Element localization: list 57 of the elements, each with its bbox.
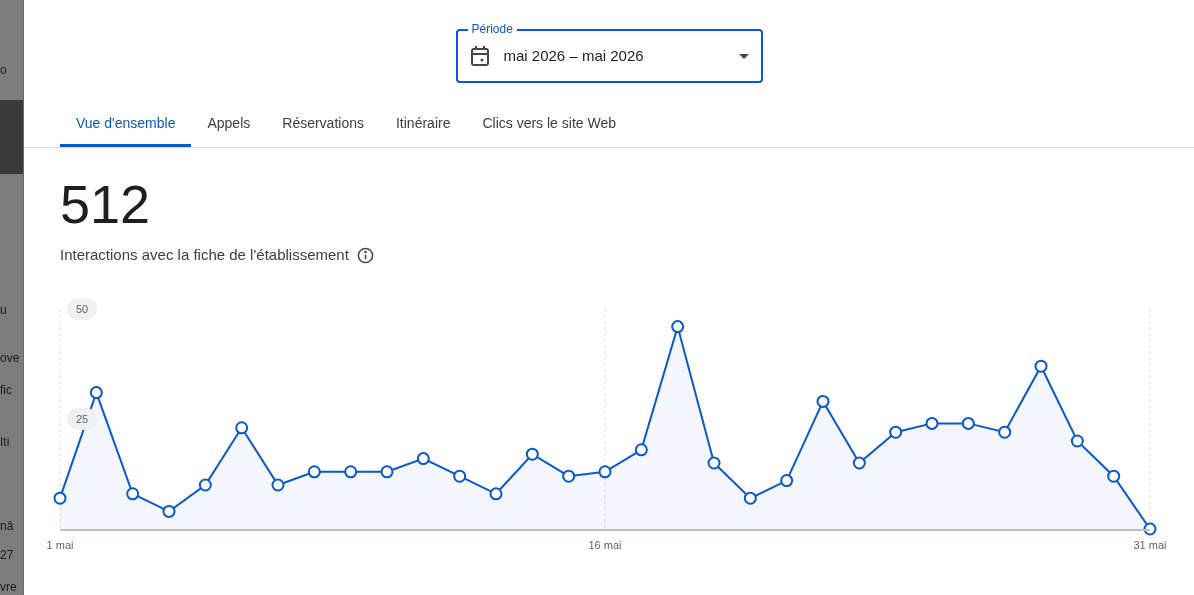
point: [416, 451, 430, 465]
total-description: Interactions avec la fiche de l'établissement: [60, 245, 349, 265]
background-text: Iti: [0, 434, 11, 450]
y-axis-label: 50: [67, 297, 97, 320]
point: [598, 464, 612, 478]
point: [816, 394, 830, 408]
point: [271, 478, 285, 491]
background-text: fic: [0, 382, 13, 398]
y-axis-label: 25: [67, 407, 97, 430]
point: [634, 442, 648, 456]
background-text: 27: [0, 547, 15, 563]
point: [307, 464, 321, 478]
point: [89, 385, 103, 399]
point: [562, 469, 576, 483]
point: [1034, 359, 1048, 373]
tab[interactable]: Réservations: [266, 103, 380, 147]
x-axis-label: 16 mai: [588, 538, 622, 551]
tab[interactable]: Clics vers le site Web: [466, 103, 632, 147]
dropdown-caret-icon: [738, 53, 749, 59]
point: [198, 478, 212, 491]
point: [525, 447, 539, 461]
x-axis-label: 1 mai: [46, 538, 74, 551]
point: [344, 464, 358, 478]
point: [1070, 434, 1084, 447]
calendar-icon: [469, 45, 490, 67]
tab[interactable]: Vue d'ensemble: [60, 103, 192, 147]
total-count: 512: [60, 174, 152, 234]
point: [925, 416, 939, 430]
tab[interactable]: Appels: [191, 103, 267, 147]
period-label: Période: [467, 22, 517, 36]
point: [53, 491, 67, 505]
point: [380, 464, 394, 478]
point: [707, 456, 721, 469]
point: [780, 473, 794, 487]
point: [1107, 469, 1121, 483]
x-axis-label: 31 mai: [1133, 538, 1167, 551]
background-text: nâ: [0, 518, 15, 534]
info-icon[interactable]: [356, 246, 374, 264]
point: [162, 504, 176, 518]
point: [889, 425, 903, 439]
tab[interactable]: Itinéraire: [379, 103, 467, 147]
point: [961, 416, 975, 430]
y-tick-label: 50: [75, 302, 89, 315]
point: [671, 319, 685, 333]
point: [126, 486, 140, 500]
point: [453, 469, 467, 483]
y-tick-label: 25: [75, 412, 89, 425]
point: [489, 486, 503, 500]
point: [852, 456, 866, 469]
period-value: mai 2026 – mai 2026: [503, 45, 645, 66]
background-text: vre: [0, 579, 18, 595]
background-text: o: [0, 62, 8, 78]
point: [743, 491, 757, 505]
point: [235, 420, 249, 434]
point: [998, 425, 1012, 439]
background-text: ove: [0, 350, 21, 366]
background-text: u: [0, 302, 8, 318]
